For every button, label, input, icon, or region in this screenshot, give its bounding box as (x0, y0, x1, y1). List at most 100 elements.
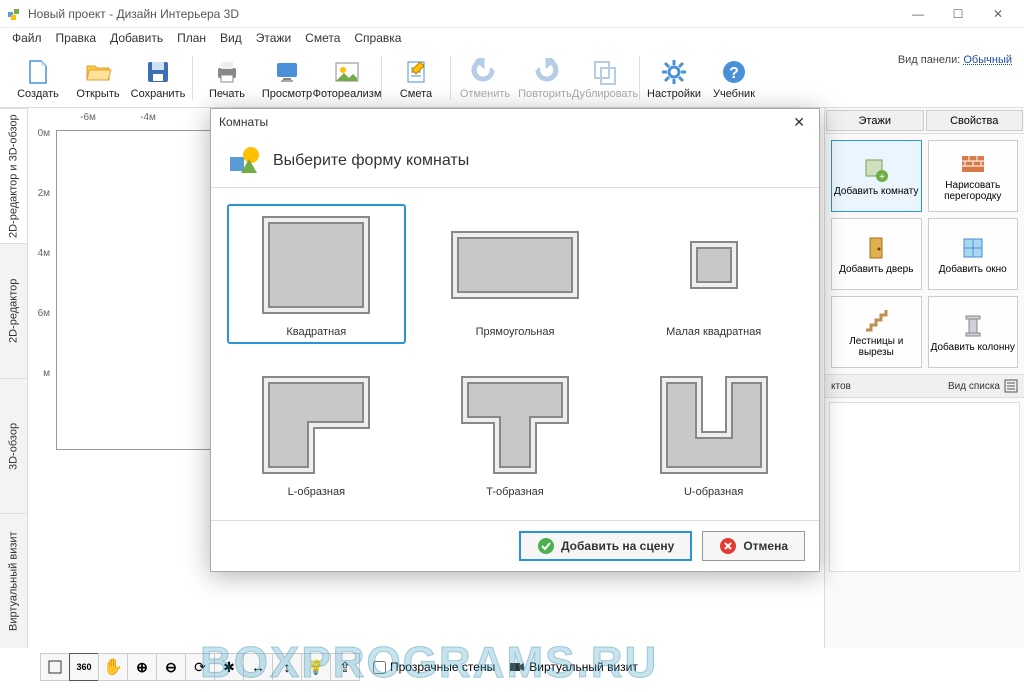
open-button[interactable]: Открыть (68, 50, 128, 106)
notepad-icon (402, 58, 430, 86)
main-toolbar: Создать Открыть Сохранить Печать Просмот… (0, 48, 1024, 108)
menu-add[interactable]: Добавить (104, 29, 169, 47)
close-button[interactable]: ✕ (978, 0, 1018, 28)
add-room-button[interactable]: + Добавить комнату (831, 140, 922, 212)
menu-file[interactable]: Файл (6, 29, 48, 47)
add-door-button[interactable]: Добавить дверь (831, 218, 922, 290)
redo-icon (531, 58, 559, 86)
shape-t[interactable]: T-образная (426, 364, 605, 504)
duplicate-button[interactable]: Дублировать (575, 50, 635, 106)
l-shape-icon (251, 370, 381, 480)
save-button[interactable]: Сохранить (128, 50, 188, 106)
shape-small-square[interactable]: Малая квадратная (624, 204, 803, 344)
new-file-icon (24, 58, 52, 86)
printer-icon (213, 58, 241, 86)
separator (192, 56, 193, 100)
svg-text:+: + (879, 172, 885, 183)
dialog-close-button[interactable]: ✕ (787, 112, 811, 133)
duplicate-icon (591, 58, 619, 86)
ruler-vertical: 0м 2м 4м 6м м (32, 128, 52, 428)
create-button[interactable]: Создать (8, 50, 68, 106)
viewport-toolbar: 360 ✋ ⊕ ⊖ ⟳ ✱ ↔ ↕ 💡 ⇪ Прозрачные стены В… (40, 650, 638, 684)
undo-button[interactable]: Отменить (455, 50, 515, 106)
add-column-button[interactable]: Добавить колонну (928, 296, 1019, 368)
square-shape-icon (256, 210, 376, 320)
shape-square[interactable]: Квадратная (227, 204, 406, 344)
stairs-button[interactable]: Лестницы и вырезы (831, 296, 922, 368)
brick-wall-icon (959, 150, 987, 178)
redo-button[interactable]: Повторить (515, 50, 575, 106)
tab-properties[interactable]: Свойства (926, 110, 1024, 131)
light-button[interactable]: 💡 (301, 653, 331, 681)
print-button[interactable]: Печать (197, 50, 257, 106)
save-icon (144, 58, 172, 86)
flip-v-button[interactable]: ↕ (272, 653, 302, 681)
shapes-icon (227, 143, 263, 179)
fit-icon (47, 659, 63, 675)
door-icon (862, 234, 890, 262)
fit-button[interactable] (40, 653, 70, 681)
shape-u[interactable]: U-образная (624, 364, 803, 504)
shape-rectangle[interactable]: Прямоугольная (426, 204, 605, 344)
photorealism-button[interactable]: Фотореализм (317, 50, 377, 106)
menu-plan[interactable]: План (171, 29, 212, 47)
camera-icon (509, 661, 525, 673)
menu-view[interactable]: Вид (214, 29, 248, 47)
monitor-icon (273, 58, 301, 86)
preview-button[interactable]: Просмотр (257, 50, 317, 106)
lightbulb-icon: 💡 (307, 659, 324, 676)
list-view-icon[interactable] (1004, 379, 1018, 393)
tab-floors[interactable]: Этажи (826, 110, 924, 131)
sidetab-2d[interactable]: 2D-редактор (0, 243, 27, 378)
virtual-visit-label[interactable]: Виртуальный визит (509, 660, 638, 674)
tutorial-button[interactable]: ? Учебник (704, 50, 764, 106)
add-window-button[interactable]: Добавить окно (928, 218, 1019, 290)
panel-subheader: ктов Вид списка (825, 374, 1024, 398)
menu-estimate[interactable]: Смета (299, 29, 346, 47)
sidetab-3d[interactable]: 3D-обзор (0, 378, 27, 513)
transparent-walls-checkbox[interactable]: Прозрачные стены (373, 660, 495, 674)
pan-button[interactable]: ✋ (98, 653, 128, 681)
window-icon (959, 234, 987, 262)
flip-v-icon: ↕ (284, 659, 291, 675)
right-panel: Этажи Свойства + Добавить комнату Нарисо… (824, 108, 1024, 648)
rectangle-shape-icon (445, 210, 585, 320)
window-title: Новый проект - Дизайн Интерьера 3D (28, 7, 898, 21)
atom-button[interactable]: ✱ (214, 653, 244, 681)
help-icon: ? (720, 58, 748, 86)
zoom-in-button[interactable]: ⊕ (127, 653, 157, 681)
rotate-button[interactable]: ⟳ (185, 653, 215, 681)
export-icon: ⇪ (339, 659, 351, 676)
cancel-button[interactable]: Отмена (702, 531, 805, 561)
small-square-shape-icon (654, 210, 774, 320)
flip-h-button[interactable]: ↔ (243, 653, 273, 681)
side-tabs: 2D-редактор и 3D-обзор 2D-редактор 3D-об… (0, 108, 28, 648)
separator (639, 56, 640, 100)
export-button[interactable]: ⇪ (330, 653, 360, 681)
shape-l[interactable]: L-образная (227, 364, 406, 504)
maximize-button[interactable]: ☐ (938, 0, 978, 28)
menu-help[interactable]: Справка (348, 29, 407, 47)
view-panel-link[interactable]: Обычный (963, 54, 1012, 66)
title-bar: Новый проект - Дизайн Интерьера 3D — ☐ ✕ (0, 0, 1024, 28)
dialog-heading: Выберите форму комнаты (273, 152, 469, 170)
360-button[interactable]: 360 (69, 653, 99, 681)
t-shape-icon (450, 370, 580, 480)
draw-wall-button[interactable]: Нарисовать перегородку (928, 140, 1019, 212)
sidetab-2d3d[interactable]: 2D-редактор и 3D-обзор (0, 108, 27, 243)
canvas-viewport-border (56, 130, 236, 450)
add-to-scene-button[interactable]: Добавить на сцену (519, 531, 692, 561)
column-icon (959, 312, 987, 340)
zoom-out-button[interactable]: ⊖ (156, 653, 186, 681)
undo-icon (471, 58, 499, 86)
app-icon (6, 6, 22, 22)
view-panel-switch: Вид панели: Обычный (898, 54, 1012, 66)
sidetab-virtual[interactable]: Виртуальный визит (0, 513, 27, 648)
settings-button[interactable]: Настройки (644, 50, 704, 106)
u-shape-icon (649, 370, 779, 480)
menu-edit[interactable]: Правка (50, 29, 103, 47)
estimate-button[interactable]: Смета (386, 50, 446, 106)
object-list-empty (829, 402, 1020, 572)
minimize-button[interactable]: — (898, 0, 938, 28)
menu-floors[interactable]: Этажи (250, 29, 297, 47)
